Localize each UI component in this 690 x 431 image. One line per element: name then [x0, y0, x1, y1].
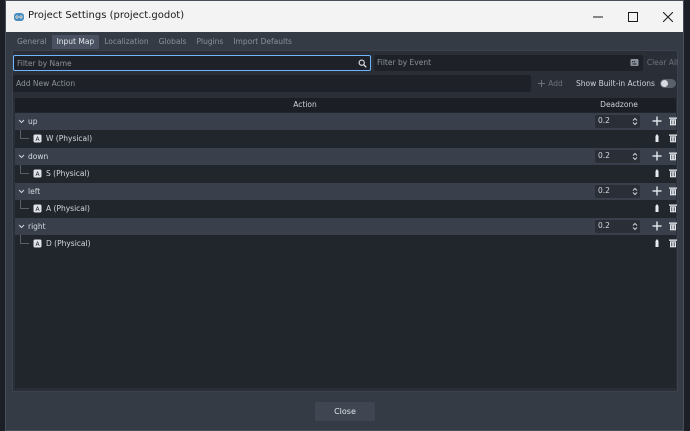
filter-by-name-placeholder: Filter by Name [17, 59, 72, 68]
show-builtin-actions-label: Show Built-in Actions [576, 79, 655, 88]
clear-all-button[interactable]: Clear All [646, 55, 679, 71]
input-map-panel: Filter by Name Filter by Event Clear All… [12, 50, 678, 392]
column-header-deadzone: Deadzone [600, 100, 638, 109]
tree-line [20, 243, 29, 244]
close-button[interactable]: Close [315, 402, 375, 421]
plus-icon [538, 80, 546, 87]
event-row[interactable]: A A (Physical) [15, 200, 678, 217]
trash-icon[interactable] [668, 151, 678, 161]
tab-globals[interactable]: Globals [154, 35, 192, 49]
add-event-icon[interactable] [652, 151, 662, 161]
add-new-action-input[interactable]: Add New Action [13, 75, 531, 92]
action-name: left [28, 187, 41, 196]
action-name: up [28, 117, 38, 126]
event-label: A (Physical) [46, 204, 90, 213]
event-label: W (Physical) [46, 134, 93, 143]
add-event-icon[interactable] [652, 221, 662, 231]
edit-icon[interactable] [652, 203, 662, 213]
keyboard-key-icon: A [33, 134, 42, 143]
tree-line [20, 208, 29, 209]
tab-input-map[interactable]: Input Map [51, 35, 100, 49]
window-title: Project Settings (project.godot) [28, 10, 185, 21]
toggle-switch[interactable] [660, 79, 676, 88]
godot-logo-icon [14, 13, 24, 21]
filter-by-event-placeholder: Filter by Event [377, 58, 432, 67]
minimize-icon [592, 16, 603, 17]
settings-tabs: General Input Map Localization Globals P… [12, 35, 297, 49]
toggle-knob [661, 80, 668, 87]
tab-import-defaults[interactable]: Import Defaults [228, 35, 297, 49]
tree-line [20, 138, 29, 139]
deadzone-spinbox[interactable]: 0.2 [595, 115, 640, 128]
event-label: D (Physical) [46, 239, 91, 248]
tab-plugins[interactable]: Plugins [191, 35, 228, 49]
trash-icon[interactable] [668, 116, 678, 126]
action-row-up[interactable]: up 0.2 [15, 113, 678, 130]
tab-general[interactable]: General [12, 35, 52, 49]
chevron-down-icon[interactable] [18, 223, 25, 230]
deadzone-value: 0.2 [598, 116, 610, 125]
add-button-label: Add [548, 79, 563, 88]
tree-line [20, 173, 29, 174]
project-settings-dialog: Project Settings (project.godot) General… [5, 0, 684, 431]
show-builtin-actions-toggle[interactable]: Show Built-in Actions [575, 75, 679, 92]
action-row-right[interactable]: right 0.2 [15, 218, 678, 235]
add-event-icon[interactable] [652, 186, 662, 196]
action-row-down[interactable]: down 0.2 [15, 148, 678, 165]
maximize-button[interactable] [615, 1, 650, 32]
chevron-down-icon[interactable] [18, 118, 25, 125]
event-row[interactable]: A W (Physical) [15, 130, 678, 147]
deadzone-spinbox[interactable]: 0.2 [595, 150, 640, 163]
event-label: S (Physical) [46, 169, 90, 178]
trash-icon[interactable] [668, 203, 678, 213]
deadzone-spinbox[interactable]: 0.2 [595, 185, 640, 198]
add-event-icon[interactable] [652, 116, 662, 126]
actions-tree: Action Deadzone up 0.2 A W (Physical) do… [15, 98, 678, 388]
chevron-down-icon[interactable] [18, 188, 25, 195]
background-editor-right [684, 0, 690, 431]
spinner-arrows-icon[interactable] [632, 222, 638, 231]
column-header-action: Action [293, 100, 317, 109]
title-bar[interactable]: Project Settings (project.godot) [6, 1, 683, 32]
spinner-arrows-icon[interactable] [632, 152, 638, 161]
keyboard-key-icon: A [33, 169, 42, 178]
spinner-arrows-icon[interactable] [632, 117, 638, 126]
trash-icon[interactable] [668, 221, 678, 231]
trash-icon[interactable] [668, 238, 678, 248]
trash-icon[interactable] [668, 168, 678, 178]
deadzone-spinbox[interactable]: 0.2 [595, 220, 640, 233]
maximize-icon [627, 11, 638, 22]
search-icon [358, 59, 367, 68]
minimize-button[interactable] [580, 1, 615, 32]
edit-icon[interactable] [652, 238, 662, 248]
chevron-down-icon[interactable] [18, 153, 25, 160]
filter-by-event-input[interactable]: Filter by Event [374, 55, 643, 71]
action-name: right [28, 222, 46, 231]
add-new-action-placeholder: Add New Action [16, 79, 76, 88]
event-row[interactable]: A D (Physical) [15, 235, 678, 252]
deadzone-value: 0.2 [598, 151, 610, 160]
close-window-button[interactable] [650, 1, 685, 32]
deadzone-value: 0.2 [598, 186, 610, 195]
trash-icon[interactable] [668, 133, 678, 143]
edit-icon[interactable] [652, 168, 662, 178]
filter-by-name-input[interactable]: Filter by Name [13, 55, 371, 71]
keyboard-key-icon: A [33, 239, 42, 248]
add-action-button[interactable]: Add [533, 75, 568, 92]
keyboard-key-icon: A [33, 204, 42, 213]
keyboard-listen-icon[interactable] [630, 58, 639, 67]
action-name: down [28, 152, 49, 161]
event-row[interactable]: A S (Physical) [15, 165, 678, 182]
spinner-arrows-icon[interactable] [632, 187, 638, 196]
tab-localization[interactable]: Localization [99, 35, 153, 49]
deadzone-value: 0.2 [598, 221, 610, 230]
action-row-left[interactable]: left 0.2 [15, 183, 678, 200]
tree-header: Action Deadzone [15, 98, 676, 112]
edit-icon[interactable] [652, 133, 662, 143]
close-icon [662, 11, 673, 22]
trash-icon[interactable] [668, 186, 678, 196]
